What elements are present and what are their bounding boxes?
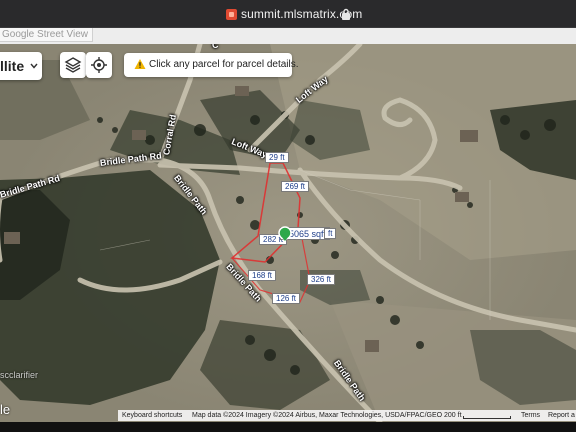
map-attribution-bar: Keyboard shortcuts Map data ©2024 Imager… — [118, 410, 576, 421]
scale-bar — [463, 416, 511, 419]
tab-strip: Google Street View — [0, 28, 576, 44]
layers-icon — [64, 57, 82, 73]
layers-button[interactable] — [60, 52, 86, 78]
parcel-dimension-top: 29 ft — [265, 152, 289, 163]
parcel-hint-banner: Click any parcel for parcel details. — [124, 53, 299, 77]
report-link[interactable]: Report a — [548, 410, 575, 421]
locate-icon — [91, 57, 107, 73]
parcel-dimension-bottom: 126 ft — [272, 293, 301, 304]
terms-link[interactable]: Terms — [521, 410, 540, 421]
warning-icon — [134, 59, 146, 69]
parcel-hint-text: Click any parcel for parcel details. — [149, 59, 299, 70]
parcel-dimension-lower-right: 326 ft — [307, 274, 336, 285]
map-data-attribution: Map data ©2024 Imagery ©2024 Airbus, Max… — [192, 412, 443, 419]
parcel-dimension-right: ft — [324, 228, 337, 239]
bottom-strip — [0, 422, 576, 432]
road-label-partial: C — [212, 44, 219, 50]
watermark-text: scclarifier — [0, 370, 39, 380]
lock-icon — [342, 8, 350, 20]
chevron-down-icon — [30, 63, 38, 69]
google-logo-partial: le — [0, 402, 11, 417]
map-type-select[interactable]: llite — [0, 52, 42, 80]
browser-address-bar: summit.mlsmatrix.com — [0, 0, 576, 28]
map-canvas[interactable]: Bridle Path Rd Bridle Path Rd Corral Rd … — [0, 44, 576, 422]
parcel-marker-icon[interactable] — [277, 226, 293, 242]
map-type-label: llite — [0, 58, 25, 74]
keyboard-shortcuts-link[interactable]: Keyboard shortcuts — [122, 410, 182, 421]
locate-button[interactable] — [86, 52, 112, 78]
tab-google-street-view[interactable]: Google Street View — [0, 28, 93, 42]
parcel-dimension-lower-left: 168 ft — [248, 270, 277, 281]
scale-label[interactable]: 200 ft — [444, 410, 462, 421]
parcel-dimension-upper: 269 ft — [281, 181, 310, 192]
site-favicon-icon — [226, 9, 237, 20]
